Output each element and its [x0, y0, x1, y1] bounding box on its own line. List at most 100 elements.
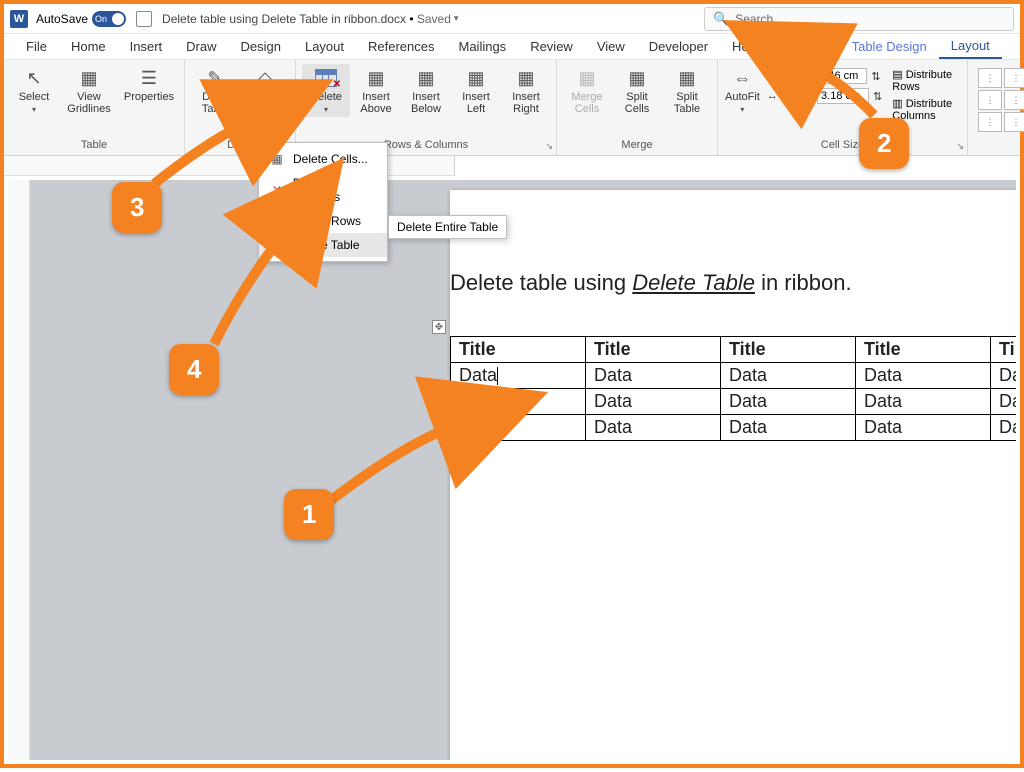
toggle-switch-icon[interactable]: On — [92, 11, 126, 27]
search-icon: 🔍 — [713, 11, 729, 27]
menu-delete-columns[interactable]: ✕Delete Columns — [259, 171, 387, 209]
split-table-button[interactable]: ▦Split Table — [663, 64, 711, 118]
autofit-icon: ⇔ — [729, 67, 755, 89]
tab-acrobat[interactable]: Acrobat — [771, 35, 840, 58]
annotation-bubble-4: 4 — [169, 344, 219, 395]
tab-home[interactable]: Home — [59, 35, 118, 58]
cursor-icon: ↖ — [21, 67, 47, 89]
distribute-rows-button[interactable]: ▤ Distribute Rows — [892, 68, 957, 93]
insert-below-icon: ▦ — [413, 67, 439, 89]
distribute-cols-icon: ▥ — [892, 98, 905, 110]
document-title[interactable]: Delete table using Delete Table in ribbo… — [162, 12, 406, 26]
align-bl[interactable]: ⋮ — [978, 112, 1002, 132]
width-icon: ↔ — [767, 90, 778, 102]
spinner-icon[interactable]: ⇅ — [873, 90, 882, 103]
tab-layout[interactable]: Layout — [293, 35, 356, 58]
split-cells-icon: ▦ — [624, 67, 650, 89]
eraser-icon: ◇ — [252, 67, 278, 89]
document-table[interactable]: Title Title Title Title Ti Data Data Dat… — [450, 336, 1016, 441]
align-tl[interactable]: ⋮ — [978, 68, 1002, 88]
table-move-handle-icon[interactable]: ✥ — [432, 320, 446, 334]
eraser-button[interactable]: ◇Eraser — [241, 64, 289, 106]
annotation-bubble-3: 3 — [112, 182, 162, 233]
table-row: Data Data Data Data Da — [451, 389, 1017, 415]
tab-design[interactable]: Design — [229, 35, 293, 58]
height-icon: ↕ — [767, 70, 773, 82]
search-input[interactable]: 🔍 Search — [704, 7, 1014, 31]
group-alignment: ⋮ ⋮ ⋮ ⋮ ⋮ ⋮ ⋮ ⋮ ⋮ A↕Text Direction ▦M...… — [968, 60, 1024, 155]
insert-above-icon: ▦ — [363, 67, 389, 89]
chevron-down-icon[interactable]: ▾ — [454, 13, 459, 24]
width-field[interactable] — [817, 88, 869, 104]
group-cell-size: ⇔AutoFit▾ ↕Height:⇅ ↔Width:⇅ ▤ Distribut… — [718, 60, 968, 155]
align-bc[interactable]: ⋮ — [1004, 112, 1024, 132]
menu-delete-cells[interactable]: ▦Delete Cells... — [259, 147, 387, 171]
tab-table-design[interactable]: Table Design — [840, 35, 939, 58]
properties-icon: ☰ — [136, 67, 162, 89]
dialog-launcher-icon[interactable]: ↘ — [545, 141, 553, 152]
table-header-row: Title Title Title Title Ti — [451, 337, 1017, 363]
tab-view[interactable]: View — [585, 35, 637, 58]
table-row: Data Data Data Data Da — [451, 363, 1017, 389]
view-gridlines-button[interactable]: ▦View Gridlines — [60, 64, 118, 118]
tooltip-delete-entire-table: Delete Entire Table — [388, 215, 507, 239]
dialog-launcher-icon[interactable]: ↘ — [956, 141, 964, 152]
tab-layout-contextual[interactable]: Layout — [939, 34, 1002, 59]
pencil-icon: ✎ — [202, 67, 228, 89]
page[interactable]: Delete table using Delete Table in ribbo… — [450, 190, 1016, 760]
delete-rows-icon: ✕ — [269, 214, 285, 228]
autosave-label: AutoSave — [36, 12, 88, 26]
save-icon[interactable] — [136, 11, 152, 27]
tab-developer[interactable]: Developer — [637, 35, 720, 58]
insert-below-button[interactable]: ▦Insert Below — [402, 64, 450, 118]
align-mc[interactable]: ⋮ — [1004, 90, 1024, 110]
properties-button[interactable]: ☰Properties — [120, 64, 178, 106]
tab-file[interactable]: File — [14, 35, 59, 58]
insert-right-button[interactable]: ▦Insert Right — [502, 64, 550, 118]
menu-delete-table[interactable]: ▦Delete Table — [259, 233, 387, 257]
delete-columns-icon: ✕ — [269, 183, 285, 197]
split-table-icon: ▦ — [674, 67, 700, 89]
autofit-button[interactable]: ⇔AutoFit▾ — [724, 64, 761, 117]
annotation-bubble-1: 1 — [284, 489, 334, 540]
delete-table-icon: ✕ — [313, 67, 339, 89]
align-tc[interactable]: ⋮ — [1004, 68, 1024, 88]
insert-above-button[interactable]: ▦Insert Above — [352, 64, 400, 118]
document-area: Delete table using Delete Table in ribbo… — [8, 180, 1016, 760]
tab-references[interactable]: References — [356, 35, 446, 58]
distribute-rows-icon: ▤ — [892, 69, 905, 81]
ruler-vertical[interactable] — [8, 180, 30, 760]
group-rows-columns: ✕Delete▾ ▦Insert Above ▦Insert Below ▦In… — [296, 60, 557, 155]
select-button[interactable]: ↖Select▾ — [10, 64, 58, 117]
ribbon-tabs: File Home Insert Draw Design Layout Refe… — [4, 34, 1020, 60]
word-app-icon: W — [10, 10, 28, 28]
insert-left-icon: ▦ — [463, 67, 489, 89]
document-heading[interactable]: Delete table using Delete Table in ribbo… — [450, 270, 1016, 296]
autosave-toggle[interactable]: AutoSave On — [36, 11, 126, 27]
height-field[interactable] — [815, 68, 867, 84]
group-merge: ▦Merge Cells ▦Split Cells ▦Split Table M… — [557, 60, 718, 155]
tab-review[interactable]: Review — [518, 35, 585, 58]
draw-table-button[interactable]: ✎Draw Table — [191, 64, 239, 118]
alignment-grid[interactable]: ⋮ ⋮ ⋮ ⋮ ⋮ ⋮ ⋮ ⋮ ⋮ — [974, 64, 1024, 136]
delete-table-icon: ▦ — [269, 238, 285, 252]
delete-button[interactable]: ✕Delete▾ — [302, 64, 350, 117]
insert-right-icon: ▦ — [513, 67, 539, 89]
table-row: Data Data Data Data Da — [451, 415, 1017, 441]
tab-mailings[interactable]: Mailings — [447, 35, 519, 58]
align-ml[interactable]: ⋮ — [978, 90, 1002, 110]
save-status: Saved — [417, 12, 451, 26]
tab-help[interactable]: Help — [720, 35, 771, 58]
grid-icon: ▦ — [76, 67, 102, 89]
group-draw: ✎Draw Table ◇Eraser Draw — [185, 60, 296, 155]
split-cells-button[interactable]: ▦Split Cells — [613, 64, 661, 118]
group-table: ↖Select▾ ▦View Gridlines ☰Properties Tab… — [4, 60, 185, 155]
menu-delete-rows[interactable]: ✕Delete Rows — [259, 209, 387, 233]
tab-insert[interactable]: Insert — [118, 35, 175, 58]
annotation-bubble-2: 2 — [859, 118, 909, 169]
merge-cells-button: ▦Merge Cells — [563, 64, 611, 118]
spinner-icon[interactable]: ⇅ — [871, 70, 880, 83]
insert-left-button[interactable]: ▦Insert Left — [452, 64, 500, 118]
delete-dropdown-menu: ▦Delete Cells... ✕Delete Columns ✕Delete… — [258, 142, 388, 262]
tab-draw[interactable]: Draw — [174, 35, 228, 58]
